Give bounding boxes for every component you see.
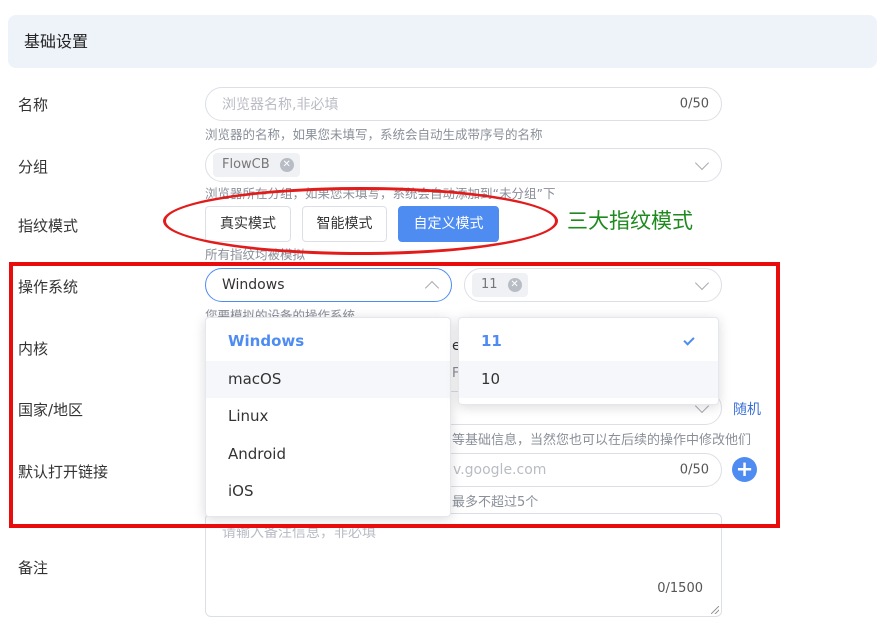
group-tag: FlowCB ✕	[213, 153, 300, 177]
group-select[interactable]: FlowCB ✕	[205, 148, 722, 182]
notes-char-count: 0/1500	[657, 581, 703, 596]
tag-remove-icon[interactable]: ✕	[279, 158, 294, 172]
fingerprint-label: 指纹模式	[18, 217, 79, 235]
section-header-basic-settings: 基础设置	[8, 15, 877, 68]
annotation-highlight-box	[9, 262, 780, 528]
notes-textarea[interactable]: 请输入备注信息，非必填 0/1500	[205, 513, 722, 617]
annotation-ellipse	[163, 187, 558, 255]
name-input[interactable]: 浏览器名称,非必填 0/50	[205, 87, 722, 121]
name-label: 名称	[18, 96, 49, 114]
name-placeholder: 浏览器名称,非必填	[222, 97, 339, 113]
chevron-down-icon	[694, 155, 710, 171]
name-char-count: 0/50	[679, 96, 709, 112]
resize-handle-icon[interactable]	[711, 606, 719, 614]
group-tag-label: FlowCB	[222, 157, 270, 172]
notes-label: 备注	[18, 559, 49, 577]
name-hint: 浏览器的名称，如果您未填写，系统会自动生成带序号的名称	[205, 127, 543, 142]
annotation-text: 三大指纹模式	[567, 209, 693, 233]
group-label: 分组	[18, 158, 49, 176]
